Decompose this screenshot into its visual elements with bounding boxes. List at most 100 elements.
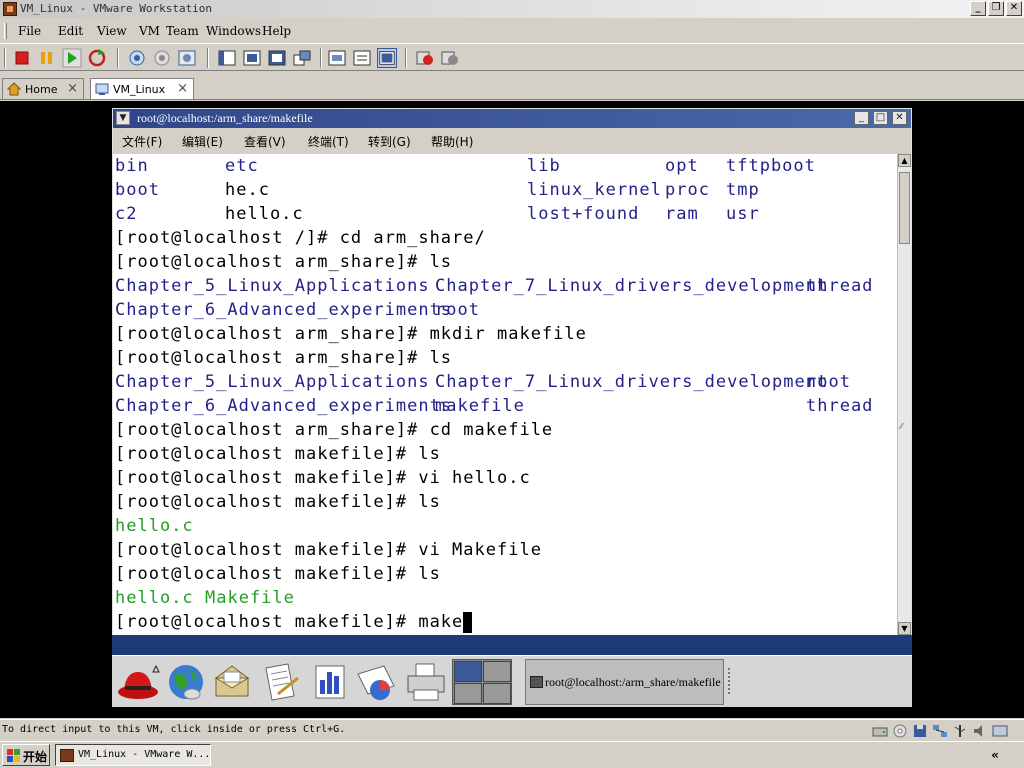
guest-menu-edit[interactable]: 编辑(E) bbox=[182, 133, 223, 150]
ls-entry-dir: lib bbox=[527, 156, 561, 176]
taskbar-task-label: VM_Linux - VMware W... bbox=[78, 749, 211, 760]
scrollbar-thumb[interactable] bbox=[899, 172, 910, 244]
ls-entry-file: he.c bbox=[225, 180, 270, 200]
printer-icon[interactable] bbox=[404, 660, 448, 704]
guest-menu-terminal[interactable]: 终端(T) bbox=[308, 133, 349, 150]
full-screen-icon[interactable] bbox=[267, 48, 287, 68]
restore-button[interactable]: ❐ bbox=[988, 1, 1004, 16]
redhat-menu-icon[interactable] bbox=[116, 660, 160, 704]
ls-entry-file: Makefile bbox=[205, 588, 295, 608]
panel-grip[interactable] bbox=[728, 668, 732, 694]
terminal-line: [root@localhost arm_share]# mkdir makefi… bbox=[115, 324, 587, 344]
power-on-icon[interactable] bbox=[62, 48, 82, 68]
suspend-icon[interactable] bbox=[37, 48, 57, 68]
ls-entry-dir: usr bbox=[726, 204, 760, 224]
ls-entry-dir: thread bbox=[806, 396, 874, 416]
ls-entry-dir: tmp bbox=[726, 180, 760, 200]
menu-help[interactable]: Help bbox=[262, 24, 291, 38]
summary-view-icon[interactable] bbox=[352, 48, 372, 68]
terminal-line: [root@localhost makefile]# vi hello.c bbox=[115, 468, 531, 488]
guest-close-button[interactable]: ✕ bbox=[892, 111, 907, 125]
usb-icon[interactable] bbox=[952, 724, 968, 738]
host-window-title: VM_Linux - VMware Workstation bbox=[20, 2, 213, 15]
replay-icon[interactable] bbox=[440, 48, 460, 68]
tab-close-icon[interactable]: × bbox=[177, 81, 188, 96]
console-view-icon[interactable] bbox=[327, 48, 347, 68]
vm-icon bbox=[95, 83, 109, 95]
show-hidden-icons-button[interactable]: « bbox=[985, 745, 1005, 765]
toolbar-separator bbox=[405, 48, 407, 68]
guest-tasklist-terminal[interactable]: root@localhost:/arm_share/makefile bbox=[525, 659, 724, 705]
window-menu-icon[interactable]: ▼ bbox=[116, 111, 130, 125]
terminal-line: [root@localhost makefile]# ls bbox=[115, 492, 441, 512]
terminal-line: [root@localhost arm_share]# cd makefile bbox=[115, 420, 554, 440]
tab-home[interactable]: Home × bbox=[2, 78, 84, 99]
scroll-up-icon[interactable]: ▲ bbox=[898, 154, 911, 167]
vmware-task-icon bbox=[60, 749, 74, 762]
email-icon[interactable] bbox=[210, 660, 254, 704]
workspace-1[interactable] bbox=[454, 661, 482, 682]
terminal-line: [root@localhost arm_share]# ls bbox=[115, 252, 453, 272]
presentation-icon[interactable] bbox=[354, 660, 398, 704]
guest-menu-file[interactable]: 文件(F) bbox=[122, 133, 162, 150]
vmware-app-icon[interactable] bbox=[3, 2, 17, 16]
terminal-line: [root@localhost makefile]# ls bbox=[115, 564, 441, 584]
terminal-prompt-line[interactable]: [root@localhost makefile]# make bbox=[115, 610, 473, 634]
workspace-2[interactable] bbox=[483, 661, 511, 682]
guest-menu-view[interactable]: 查看(V) bbox=[244, 133, 286, 150]
unity-icon[interactable] bbox=[292, 48, 312, 68]
guest-menu-goto[interactable]: 转到(G) bbox=[368, 133, 411, 150]
workspace-3[interactable] bbox=[454, 683, 482, 704]
tab-home-label: Home bbox=[25, 83, 58, 96]
reset-icon[interactable] bbox=[87, 48, 107, 68]
tab-close-icon[interactable]: × bbox=[67, 81, 78, 96]
terminal-line: [root@localhost arm_share]# ls bbox=[115, 348, 453, 368]
workspace-switcher[interactable] bbox=[452, 659, 512, 705]
terminal-output[interactable]: bin etc lib opt tftpboot boot he.c linux… bbox=[113, 154, 897, 635]
menu-view[interactable]: View bbox=[97, 24, 127, 38]
appliance-view-icon[interactable] bbox=[377, 48, 397, 68]
power-off-icon[interactable] bbox=[12, 48, 32, 68]
menu-file[interactable]: File bbox=[18, 24, 41, 38]
sound-icon[interactable] bbox=[972, 724, 988, 738]
minimize-button[interactable]: _ bbox=[970, 1, 986, 16]
text-editor-icon[interactable] bbox=[258, 660, 302, 704]
guest-menu-help[interactable]: 帮助(H) bbox=[431, 133, 473, 150]
workspace-4[interactable] bbox=[483, 683, 511, 704]
scroll-down-icon[interactable]: ▼ bbox=[898, 622, 911, 635]
revert-snapshot-icon[interactable] bbox=[152, 48, 172, 68]
ls-entry-dir: opt bbox=[665, 156, 699, 176]
home-icon bbox=[7, 82, 21, 96]
host-menubar: File Edit View VM Team Windows Help bbox=[0, 21, 1024, 41]
guest-desktop[interactable] bbox=[112, 635, 912, 655]
tab-vm-linux-label: VM_Linux bbox=[113, 83, 166, 96]
close-button[interactable]: ✕ bbox=[1006, 1, 1022, 16]
snapshot-icon[interactable] bbox=[127, 48, 147, 68]
quick-switch-icon[interactable] bbox=[242, 48, 262, 68]
guest-minimize-button[interactable]: _ bbox=[854, 111, 869, 125]
cd-rom-icon[interactable] bbox=[892, 724, 908, 738]
show-sidebar-icon[interactable] bbox=[217, 48, 237, 68]
message-log-icon[interactable] bbox=[992, 724, 1008, 738]
resize-grip-icon[interactable]: ⁄⁄ bbox=[900, 422, 910, 436]
web-browser-icon[interactable] bbox=[164, 660, 208, 704]
guest-terminal-window[interactable]: ▼ root@localhost:/arm_share/makefile _ □… bbox=[112, 108, 912, 635]
guest-maximize-button[interactable]: □ bbox=[873, 111, 888, 125]
spreadsheet-icon[interactable] bbox=[308, 660, 352, 704]
menu-edit[interactable]: Edit bbox=[58, 24, 83, 38]
snapshot-manager-icon[interactable] bbox=[177, 48, 197, 68]
menu-team[interactable]: Team bbox=[166, 24, 199, 38]
network-icon[interactable] bbox=[932, 724, 948, 738]
floppy-icon[interactable] bbox=[912, 724, 928, 738]
record-icon[interactable] bbox=[415, 48, 435, 68]
terminal-scrollbar[interactable]: ▲ ⁄⁄ ▼ bbox=[897, 154, 911, 635]
start-button[interactable]: 开始 bbox=[2, 744, 50, 766]
hard-disk-icon[interactable] bbox=[872, 724, 888, 738]
menu-vm[interactable]: VM bbox=[139, 24, 160, 38]
terminal-line: [root@localhost makefile]# ls bbox=[115, 444, 441, 464]
ls-entry-dir: proc bbox=[665, 180, 710, 200]
tab-vm-linux[interactable]: VM_Linux × bbox=[90, 78, 194, 99]
menu-windows[interactable]: Windows bbox=[206, 24, 261, 38]
taskbar-task-vmware[interactable]: VM_Linux - VMware W... bbox=[55, 744, 211, 766]
terminal-icon bbox=[530, 676, 543, 688]
